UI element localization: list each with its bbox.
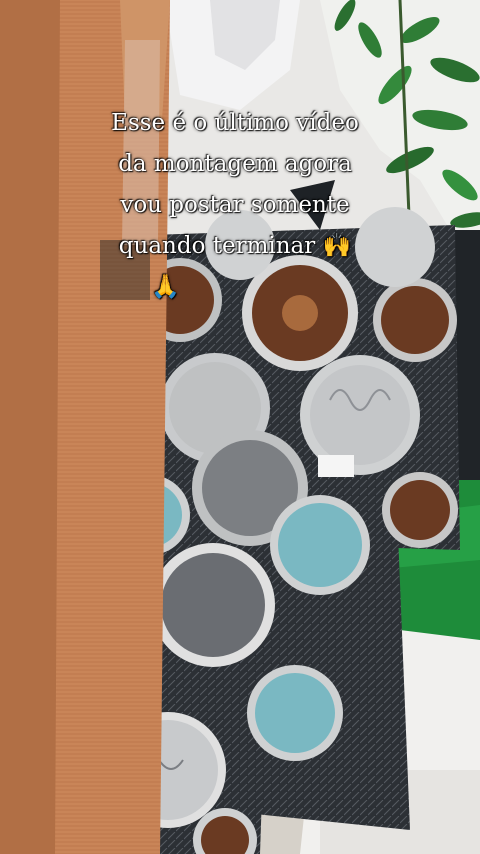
caption-line-3: vou postar somente	[120, 192, 350, 218]
caption-line-4: quando terminar 🙌	[118, 233, 352, 259]
caption-line-5: 🙏	[151, 274, 180, 300]
caption-line-1: Esse é o último vídeo	[111, 110, 359, 136]
video-frame: Esse é o último vídeo da montagem agora …	[0, 0, 480, 854]
video-caption: Esse é o último vídeo da montagem agora …	[70, 103, 400, 308]
caption-line-2: da montagem agora	[118, 151, 352, 177]
